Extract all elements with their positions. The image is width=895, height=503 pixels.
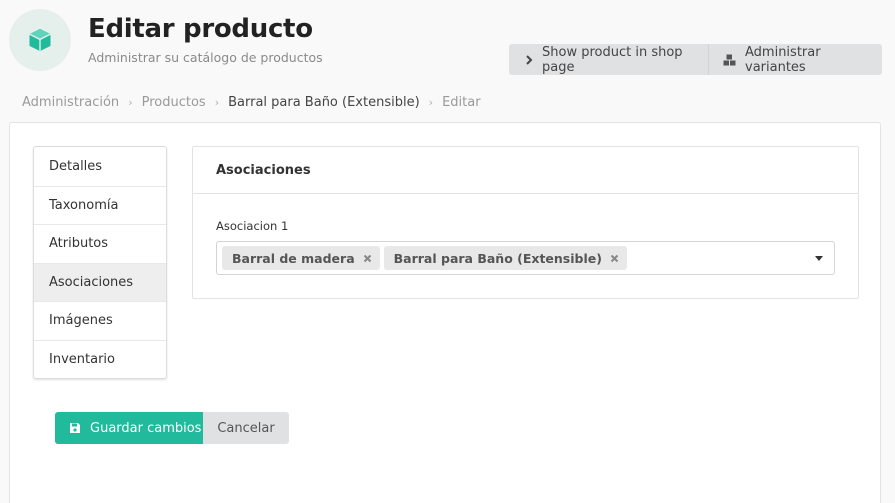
save-button[interactable]: Guardar cambios [55, 412, 203, 444]
form-actions: Guardar cambios Cancelar [55, 412, 289, 444]
association-multiselect[interactable]: Barral de madera Barral para Baño (Exten… [216, 241, 835, 275]
save-label: Guardar cambios [90, 420, 202, 436]
show-in-shop-button[interactable]: Show product in shop page [509, 44, 709, 75]
cubes-icon [723, 54, 736, 66]
breadcrumb-separator-icon: › [128, 96, 133, 109]
remove-tag-icon[interactable] [363, 254, 372, 263]
chevron-right-icon [525, 54, 533, 65]
menu-item-imagenes[interactable]: Imágenes [34, 301, 166, 340]
manage-variants-label: Administrar variantes [745, 44, 821, 75]
section-menu: Detalles Taxonomía Atributos Asociacione… [33, 146, 167, 379]
header-actions: Show product in shop page Administrar va… [509, 44, 882, 75]
selected-tag: Barral para Baño (Extensible) [383, 246, 627, 270]
selected-tag-label: Barral para Baño (Extensible) [393, 250, 602, 266]
menu-item-atributos[interactable]: Atributos [34, 224, 166, 263]
breadcrumb-product[interactable]: Barral para Baño (Extensible) [228, 95, 420, 110]
dropdown-caret-icon[interactable] [815, 256, 823, 261]
menu-item-inventario[interactable]: Inventario [34, 339, 166, 379]
menu-item-taxonomia[interactable]: Taxonomía [34, 185, 166, 225]
association-field-label: Asociacion 1 [216, 219, 289, 233]
remove-tag-icon[interactable] [610, 254, 619, 263]
breadcrumb-editar: Editar [442, 95, 481, 110]
menu-item-asociaciones[interactable]: Asociaciones [34, 262, 166, 301]
breadcrumb-separator-icon: › [214, 96, 220, 109]
breadcrumb-administracion[interactable]: Administración [22, 95, 119, 110]
page-subtitle: Administrar su catálogo de productos [88, 50, 323, 65]
menu-item-detalles[interactable]: Detalles [34, 147, 166, 186]
breadcrumb-productos[interactable]: Productos [142, 95, 206, 110]
edit-form-panel: Detalles Taxonomía Atributos Asociacione… [9, 122, 881, 503]
product-cube-icon [9, 9, 71, 71]
floppy-disk-icon [69, 422, 81, 434]
selected-tag: Barral de madera [222, 246, 380, 270]
selected-tag-label: Barral de madera [232, 250, 355, 266]
breadcrumb-separator-icon: › [428, 96, 434, 109]
show-in-shop-label: Show product in shop page [542, 44, 683, 75]
associations-section: Asociaciones Asociacion 1 Barral de made… [192, 146, 859, 299]
breadcrumb: Administración › Productos › Barral para… [22, 95, 481, 110]
cancel-button[interactable]: Cancelar [203, 412, 289, 444]
page-title: Editar producto [88, 14, 313, 44]
associations-title: Asociaciones [193, 147, 858, 194]
manage-variants-button[interactable]: Administrar variantes [709, 44, 882, 75]
